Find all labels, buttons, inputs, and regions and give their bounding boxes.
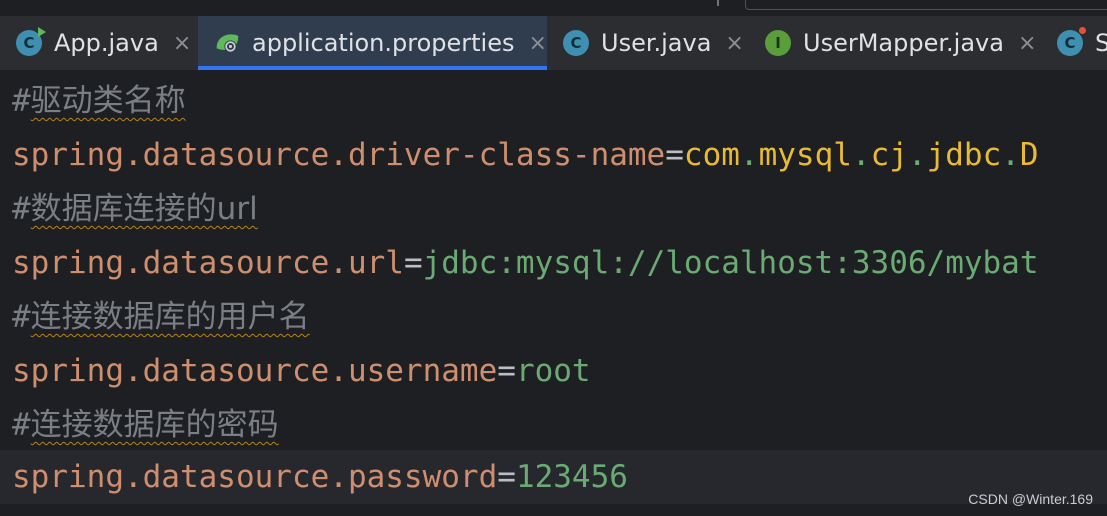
property-value: root	[515, 353, 591, 389]
property-line: spring.datasource.driver-class-name=com.…	[12, 137, 1039, 173]
close-icon[interactable]: ×	[1018, 31, 1036, 56]
title-bar-strip	[0, 0, 1107, 16]
property-key: spring.datasource.driver-class-name	[12, 137, 666, 173]
property-key: spring.datasource.password	[12, 459, 498, 495]
java-class-error-icon: C	[1057, 27, 1086, 56]
tab-app-java[interactable]: C App.java ×	[0, 16, 198, 70]
tab-usermapper-java[interactable]: I UserMapper.java ×	[749, 16, 1041, 70]
tab-label: User.java	[601, 29, 712, 57]
comment-line: #连接数据库的密码	[12, 407, 279, 443]
property-line: spring.datasource.url=jdbc:mysql://local…	[12, 245, 1039, 281]
java-class-run-icon: C	[16, 27, 46, 56]
tab-label: S	[1095, 29, 1107, 57]
comment-line: #数据库连接的url	[12, 191, 258, 227]
current-property-line: spring.datasource.password=123456	[0, 450, 1107, 504]
tab-overflow-class[interactable]: C S	[1041, 16, 1107, 70]
property-value: 123456	[515, 459, 628, 495]
tab-application-properties[interactable]: application.properties ×	[198, 16, 547, 70]
close-icon[interactable]: ×	[173, 31, 191, 56]
tab-label: App.java	[54, 29, 159, 57]
close-icon[interactable]: ×	[725, 31, 743, 56]
properties-file-icon	[214, 30, 240, 56]
watermark: CSDN @Winter.169	[968, 491, 1093, 507]
tab-label: UserMapper.java	[803, 29, 1004, 57]
search-everywhere-field[interactable]	[745, 0, 1107, 10]
comment-line: #驱动类名称	[12, 83, 186, 119]
property-key: spring.datasource.username	[12, 353, 498, 389]
editor-tab-bar: C App.java × application.properties × C …	[0, 16, 1107, 71]
comment-line: #连接数据库的用户名	[12, 299, 310, 335]
property-value: jdbc:mysql://localhost:3306/mybat	[422, 245, 1039, 281]
tab-user-java[interactable]: C User.java ×	[547, 16, 749, 70]
code-editor[interactable]: #驱动类名称 spring.datasource.driver-class-na…	[0, 71, 1107, 516]
property-value-segment: com	[683, 137, 740, 173]
close-icon[interactable]: ×	[529, 31, 547, 56]
toolbar-separator	[705, 0, 719, 6]
tab-label: application.properties	[252, 29, 515, 57]
property-line: spring.datasource.username=root	[12, 353, 591, 389]
java-class-icon: C	[563, 30, 589, 56]
property-key: spring.datasource.url	[12, 245, 404, 281]
java-interface-icon: I	[765, 30, 791, 56]
